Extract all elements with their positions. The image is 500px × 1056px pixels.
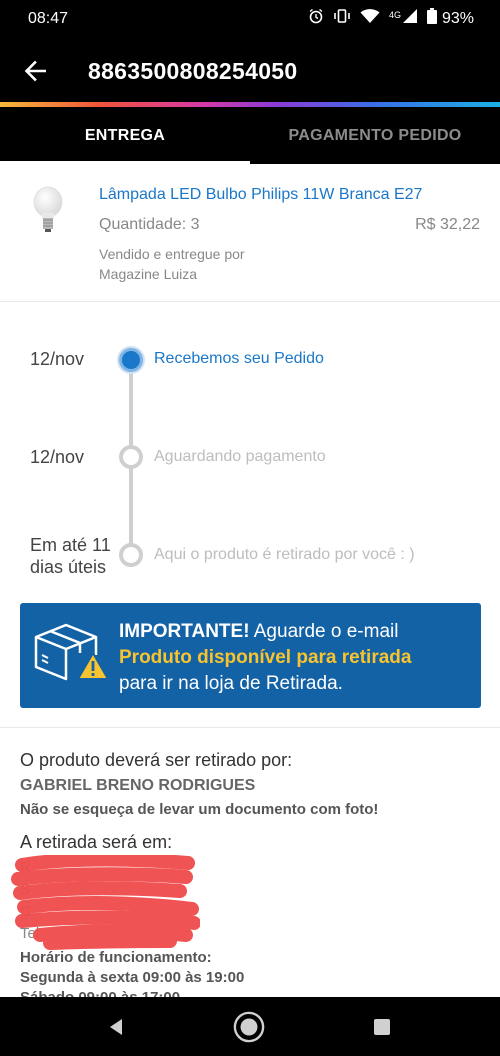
timeline-dot-pending [119, 445, 143, 469]
back-button[interactable] [20, 56, 50, 86]
battery-percent: 93% [441, 9, 474, 27]
seller-name: Magazine Luiza [99, 266, 198, 282]
important-notice: IMPORTANTE! Aguarde o e-mail Produto dis… [20, 603, 481, 708]
pickup-heading: O produto deverá ser retirado por: [20, 750, 293, 770]
triangle-back-icon [110, 1019, 122, 1035]
app-bar: 8863500808254050 [0, 40, 500, 102]
status-icons: 4G 93% [308, 8, 474, 29]
home-circle-icon [233, 1011, 265, 1043]
timeline-label: Recebemos seu Pedido [154, 350, 324, 367]
hours-line: Segunda à sexta 09:00 às 19:00 [20, 969, 245, 986]
pickup-location-heading: A retirada será em: [20, 832, 173, 852]
product-price: R$ 32,22 [415, 216, 480, 233]
notice-text-1: Aguarde o e-mail [249, 621, 399, 642]
hours-title: Horário de funcionamento: [20, 949, 212, 966]
alarm-icon [308, 8, 324, 29]
timeline-dot-pending [119, 543, 143, 567]
order-timeline: 12/nov Recebemos seu Pedido 12/nov Aguar… [0, 302, 500, 592]
sold-by-label: Vendido e entregue por [99, 246, 245, 262]
battery-icon [426, 8, 437, 29]
product-quantity: Quantidade: 3 [99, 216, 200, 233]
product-name-link[interactable]: Lâmpada LED Bulbo Philips 11W Branca E27 [99, 186, 422, 204]
pickup-note: Não se esqueça de levar um documento com… [20, 801, 379, 818]
timeline-date: 12/nov [30, 349, 85, 369]
order-number-title: 8863500808254050 [88, 58, 298, 84]
redaction-scribble [10, 852, 201, 950]
tab-bar: ENTREGA PAGAMENTO PEDIDO [0, 107, 500, 164]
pickup-person-name: GABRIEL BRENO RODRIGUES [20, 777, 256, 794]
arrow-back-icon [24, 60, 46, 82]
notice-strong: IMPORTANTE! [119, 621, 250, 642]
package-warning-icon [30, 615, 110, 692]
nav-back-button[interactable] [100, 1011, 132, 1043]
square-recents-icon [374, 1019, 390, 1035]
timeline-label: Aqui o produto é retirado por você : ) [154, 546, 415, 563]
notice-text: IMPORTANTE! Aguarde o e-mail Produto dis… [119, 619, 469, 697]
tab-pagamento-pedido[interactable]: PAGAMENTO PEDIDO [250, 107, 500, 164]
tab-entrega[interactable]: ENTREGA [0, 107, 250, 164]
vibrate-icon [333, 8, 351, 29]
sold-by: Vendido e entregue por Magazine Luiza [99, 244, 245, 284]
product-image [32, 186, 64, 239]
network-type-label: 4G [388, 9, 401, 20]
nav-home-button[interactable] [233, 1011, 265, 1043]
notice-text-2: para ir na loja de Retirada. [119, 673, 343, 694]
cell-signal-icon [402, 8, 418, 29]
timeline-dot-active [119, 348, 143, 372]
status-bar: 08:47 4G 93% [0, 0, 500, 40]
nav-recents-button[interactable] [366, 1011, 398, 1043]
wifi-icon [360, 8, 380, 29]
status-time: 08:47 [28, 10, 69, 27]
notice-highlight: Produto disponível para retirada [119, 647, 412, 668]
timeline-date: 12/nov [30, 447, 85, 467]
timeline-label: Aguardando pagamento [154, 448, 326, 465]
system-nav-bar [0, 997, 500, 1056]
timeline-date: Em até 11 dias úteis [30, 535, 111, 577]
product-card: Lâmpada LED Bulbo Philips 11W Branca E27… [0, 164, 500, 302]
section-divider [0, 727, 500, 728]
